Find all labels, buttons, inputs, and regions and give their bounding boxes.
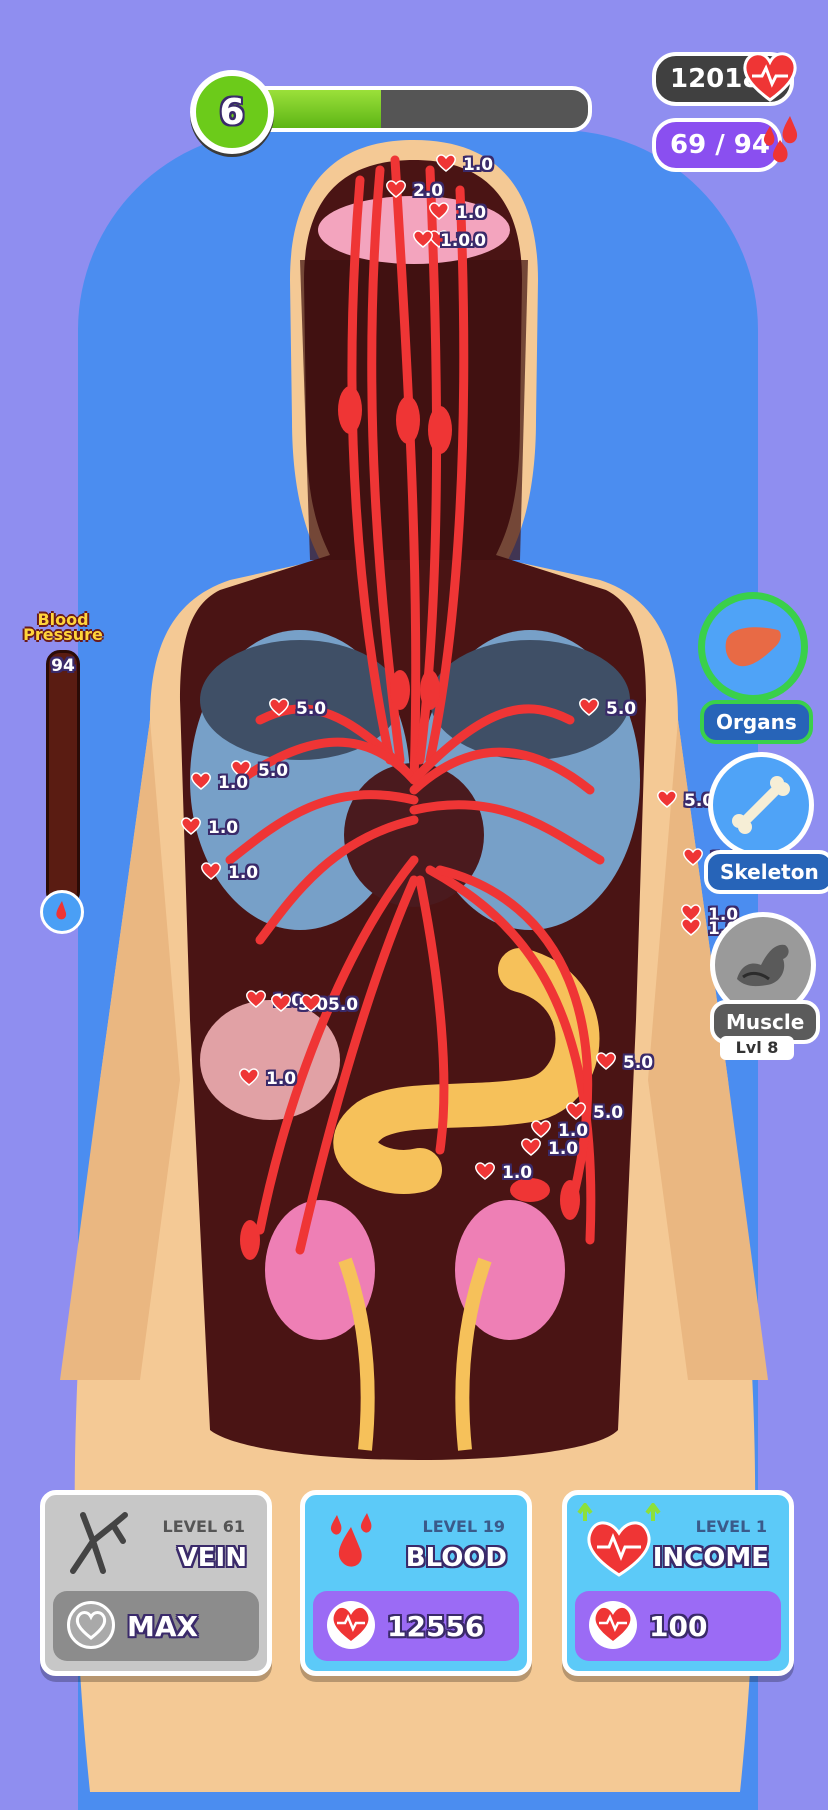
vein-icon — [70, 1512, 128, 1574]
income-upgrade-card[interactable]: LEVEL 1 INCOME 100 — [562, 1490, 794, 1676]
floating-value-text: 2.0 — [413, 180, 444, 201]
heart-monitor-icon — [577, 1503, 661, 1577]
floating-value: 1.0 — [428, 200, 486, 225]
drops-value: 69 / 94 — [670, 130, 770, 160]
vein-upgrade-button[interactable]: MAX — [53, 1591, 259, 1661]
blood-name: BLOOD — [405, 1543, 507, 1573]
blood-pressure-label: Blood Pressure — [23, 610, 103, 644]
heart-icon — [238, 1066, 260, 1091]
organs-category-button[interactable] — [698, 592, 808, 702]
heart-icon — [428, 200, 450, 225]
floating-value: 5.0 — [595, 1050, 653, 1075]
heart-icon — [412, 228, 434, 253]
heart-icon — [680, 916, 702, 941]
level-indicator: 6 — [190, 70, 274, 154]
floating-value-text: 1.0 — [208, 817, 239, 838]
blood-pressure-bar — [46, 650, 80, 906]
heart-icon — [743, 52, 797, 102]
heart-monitor-icon — [589, 1601, 637, 1649]
blood-level: LEVEL 19 — [422, 1517, 505, 1536]
vein-name: VEIN — [177, 1543, 247, 1573]
blood-pressure-value: 94 — [51, 656, 75, 676]
vein-level: LEVEL 61 — [162, 1517, 245, 1536]
floating-value-text: 5.0 — [328, 994, 359, 1015]
floating-value: 1.0 — [474, 1160, 532, 1185]
income-name: INCOME — [652, 1543, 769, 1573]
floating-value: 1.0 — [190, 770, 248, 795]
heart-icon — [270, 992, 292, 1017]
heart-monitor-icon — [327, 1601, 375, 1649]
floating-value-text: 5.0 — [623, 1052, 654, 1073]
floating-value: 1.0 — [238, 1066, 296, 1091]
skeleton-label[interactable]: Skeleton — [704, 850, 828, 894]
floating-value: 1.0 — [435, 152, 493, 177]
income-upgrade-button[interactable]: 100 — [575, 1591, 781, 1661]
heart-icon — [435, 152, 457, 177]
bone-icon — [732, 776, 790, 834]
floating-value-text: 5.0 — [606, 698, 637, 719]
floating-value-text: 1.0 — [266, 1068, 297, 1089]
heart-icon — [190, 770, 212, 795]
liver-organ — [200, 1000, 340, 1120]
heart-icon — [656, 788, 678, 813]
blood-upgrade-button[interactable]: 12556 — [313, 1591, 519, 1661]
floating-value: 1.0 — [200, 860, 258, 885]
muscle-icon — [737, 944, 789, 987]
heart-icon — [245, 988, 267, 1013]
vein-upgrade-card[interactable]: LEVEL 61 VEIN MAX — [40, 1490, 272, 1676]
floating-value: 1.0 — [180, 815, 238, 840]
level-progress-bar — [250, 86, 592, 132]
heart-icon — [385, 178, 407, 203]
floating-value-text: 1.0 — [440, 230, 471, 251]
organs-label[interactable]: Organs — [700, 700, 813, 744]
floating-value: 5.0 — [268, 696, 326, 721]
floating-value: 1.0 — [520, 1136, 578, 1161]
floating-value-text: 1.0 — [456, 202, 487, 223]
floating-value-text: 1.0 — [228, 862, 259, 883]
blood-drops-icon — [763, 116, 798, 163]
floating-value-text: 1.0 — [463, 154, 494, 175]
floating-value: 1.0 — [412, 228, 470, 253]
blood-pressure-drop-icon — [40, 890, 84, 934]
floating-value: 5.0 — [300, 992, 358, 1017]
blood-drops-icon — [330, 1513, 372, 1567]
heart-icon — [578, 696, 600, 721]
floating-value-text: 5.0 — [296, 698, 327, 719]
floating-value-text: 1.0 — [502, 1162, 533, 1183]
floating-value-text: 1.0 — [548, 1138, 579, 1159]
heart-icon — [300, 992, 322, 1017]
income-level: LEVEL 1 — [695, 1517, 767, 1536]
floating-value-text: 5.0 — [258, 760, 289, 781]
skeleton-category-button[interactable] — [708, 752, 814, 858]
heart-icon — [682, 846, 704, 871]
floating-value: 5.0 — [656, 788, 714, 813]
floating-value-text: 5.0 — [593, 1102, 624, 1123]
heart-icon — [268, 696, 290, 721]
muscle-level-badge: Lvl 8 — [720, 1036, 794, 1060]
heart-icon — [474, 1160, 496, 1185]
floating-value-text: 1.0 — [218, 772, 249, 793]
heart-icon — [200, 860, 222, 885]
heart-outline-icon — [67, 1601, 115, 1649]
blood-upgrade-card[interactable]: LEVEL 19 BLOOD 12556 — [300, 1490, 532, 1676]
heart-icon — [520, 1136, 542, 1161]
liver-icon — [725, 627, 781, 667]
heart-icon — [180, 815, 202, 840]
floating-value: 5.0 — [578, 696, 636, 721]
heart-icon — [595, 1050, 617, 1075]
